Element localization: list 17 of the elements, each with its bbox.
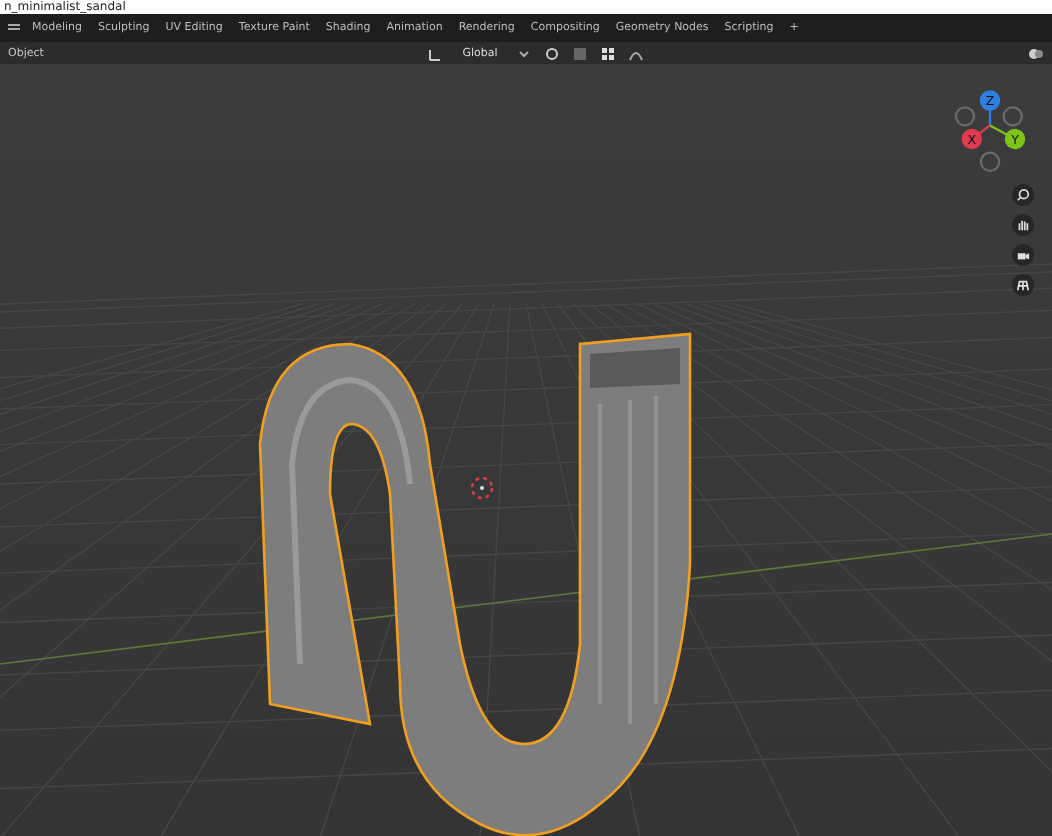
grid-view-icon[interactable] bbox=[1012, 274, 1034, 296]
axis-handle[interactable] bbox=[1004, 128, 1026, 150]
menu-icon[interactable] bbox=[8, 22, 20, 34]
chevron-down-icon[interactable] bbox=[515, 45, 532, 61]
camera-icon[interactable] bbox=[1012, 244, 1034, 266]
snap-icon[interactable] bbox=[571, 45, 588, 61]
axis-handle[interactable] bbox=[979, 90, 1001, 111]
3d-cursor-icon bbox=[470, 476, 494, 500]
zoom-icon[interactable] bbox=[1012, 184, 1034, 206]
grid-icon[interactable] bbox=[599, 45, 616, 61]
axes-icon bbox=[428, 45, 445, 61]
negative-axis-handle[interactable] bbox=[1002, 106, 1023, 127]
overlay-icon[interactable] bbox=[1028, 45, 1044, 61]
negative-axis-handle[interactable] bbox=[979, 151, 1001, 173]
negative-axis-handle[interactable] bbox=[954, 106, 976, 127]
axis-handle[interactable] bbox=[961, 128, 983, 150]
pivot-icon[interactable] bbox=[543, 45, 560, 61]
